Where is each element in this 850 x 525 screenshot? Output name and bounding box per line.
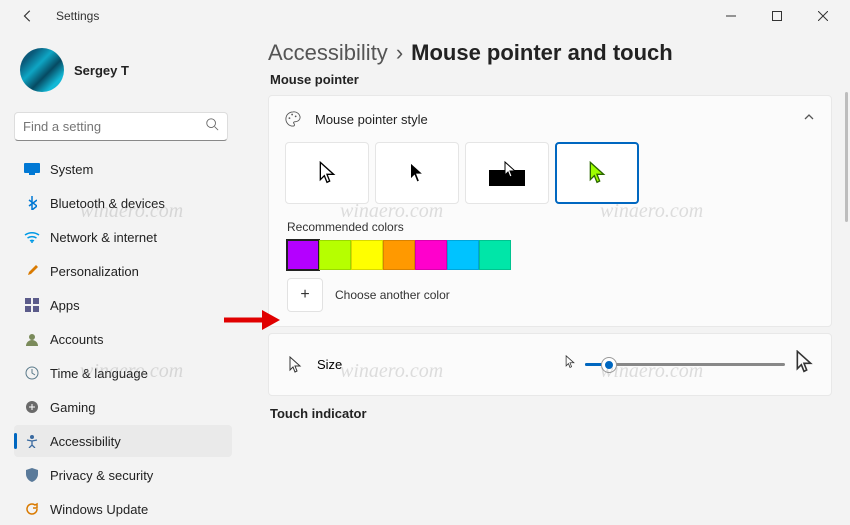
titlebar: Settings bbox=[0, 0, 850, 32]
pointer-style-inverted[interactable] bbox=[465, 142, 549, 204]
window-title: Settings bbox=[56, 9, 99, 23]
nav-label: Accounts bbox=[50, 332, 103, 347]
size-slider[interactable] bbox=[585, 363, 785, 366]
color-swatch-3[interactable] bbox=[383, 240, 415, 270]
nav-label: Network & internet bbox=[50, 230, 157, 245]
pointer-style-custom[interactable] bbox=[555, 142, 639, 204]
sidebar-item-bluetooth[interactable]: Bluetooth & devices bbox=[14, 187, 232, 219]
section-touch-indicator: Touch indicator bbox=[270, 406, 832, 421]
cursor-icon bbox=[287, 357, 303, 373]
bluetooth-icon bbox=[24, 195, 40, 211]
nav-label: Windows Update bbox=[50, 502, 148, 517]
clock-icon bbox=[24, 365, 40, 381]
shield-icon bbox=[24, 467, 40, 483]
sidebar-item-apps[interactable]: Apps bbox=[14, 289, 232, 321]
search-icon bbox=[205, 117, 219, 136]
color-swatch-2[interactable] bbox=[351, 240, 383, 270]
page-title: Mouse pointer and touch bbox=[411, 40, 673, 66]
choose-another-color-button[interactable]: + bbox=[287, 278, 323, 312]
sidebar-item-system[interactable]: System bbox=[14, 153, 232, 185]
settings-window: Settings Sergey T System Bluetooth & dev… bbox=[0, 0, 850, 525]
wifi-icon bbox=[24, 229, 40, 245]
sidebar-item-accessibility[interactable]: Accessibility bbox=[14, 425, 232, 457]
sidebar-item-update[interactable]: Windows Update bbox=[14, 493, 232, 525]
card-label: Mouse pointer style bbox=[315, 112, 428, 127]
pointer-style-card: Mouse pointer style Recommended colors bbox=[268, 95, 832, 327]
sidebar-item-privacy[interactable]: Privacy & security bbox=[14, 459, 232, 491]
color-swatch-1[interactable] bbox=[319, 240, 351, 270]
color-swatch-4[interactable] bbox=[415, 240, 447, 270]
sidebar-item-time[interactable]: Time & language bbox=[14, 357, 232, 389]
cursor-small-icon bbox=[565, 355, 575, 374]
nav-label: Bluetooth & devices bbox=[50, 196, 165, 211]
apps-icon bbox=[24, 297, 40, 313]
nav-label: Apps bbox=[50, 298, 80, 313]
section-mouse-pointer: Mouse pointer bbox=[270, 72, 832, 87]
avatar bbox=[20, 48, 64, 92]
sidebar-item-gaming[interactable]: Gaming bbox=[14, 391, 232, 423]
size-slider-wrap bbox=[565, 350, 813, 379]
sidebar-item-accounts[interactable]: Accounts bbox=[14, 323, 232, 355]
pointer-style-options bbox=[269, 142, 831, 220]
breadcrumb-parent[interactable]: Accessibility bbox=[268, 40, 388, 66]
search-input[interactable] bbox=[23, 119, 205, 134]
chevron-up-icon bbox=[803, 110, 815, 128]
sidebar-item-personalization[interactable]: Personalization bbox=[14, 255, 232, 287]
back-button[interactable] bbox=[14, 2, 42, 30]
maximize-button[interactable] bbox=[754, 0, 800, 32]
recommended-colors-label: Recommended colors bbox=[287, 220, 831, 234]
nav-label: System bbox=[50, 162, 93, 177]
nav-label: Gaming bbox=[50, 400, 96, 415]
gaming-icon bbox=[24, 399, 40, 415]
update-icon bbox=[24, 501, 40, 517]
breadcrumb-separator: › bbox=[396, 40, 403, 66]
nav-label: Time & language bbox=[50, 366, 148, 381]
minimize-button[interactable] bbox=[708, 0, 754, 32]
nav-label: Personalization bbox=[50, 264, 139, 279]
accounts-icon bbox=[24, 331, 40, 347]
color-swatch-5[interactable] bbox=[447, 240, 479, 270]
pointer-style-header[interactable]: Mouse pointer style bbox=[269, 96, 831, 142]
choose-another-row: + Choose another color bbox=[287, 278, 831, 312]
size-label: Size bbox=[317, 357, 342, 372]
brush-icon bbox=[24, 263, 40, 279]
color-swatches bbox=[287, 240, 831, 270]
search-box[interactable] bbox=[14, 112, 228, 141]
size-card: Size bbox=[268, 333, 832, 396]
palette-icon bbox=[285, 111, 301, 127]
cursor-large-icon bbox=[795, 350, 813, 379]
profile[interactable]: Sergey T bbox=[14, 40, 232, 106]
close-button[interactable] bbox=[800, 0, 846, 32]
sidebar: Sergey T System Bluetooth & devices Netw… bbox=[0, 32, 240, 525]
color-swatch-6[interactable] bbox=[479, 240, 511, 270]
accessibility-icon bbox=[24, 433, 40, 449]
sidebar-item-network[interactable]: Network & internet bbox=[14, 221, 232, 253]
pointer-style-white[interactable] bbox=[285, 142, 369, 204]
scrollbar[interactable] bbox=[845, 92, 848, 222]
color-swatch-0[interactable] bbox=[287, 240, 319, 270]
breadcrumb: Accessibility › Mouse pointer and touch bbox=[268, 40, 832, 66]
choose-another-label: Choose another color bbox=[335, 288, 450, 302]
system-icon bbox=[24, 161, 40, 177]
profile-name: Sergey T bbox=[74, 63, 129, 78]
nav-label: Accessibility bbox=[50, 434, 121, 449]
content-area: Accessibility › Mouse pointer and touch … bbox=[240, 32, 850, 525]
nav-label: Privacy & security bbox=[50, 468, 153, 483]
slider-thumb[interactable] bbox=[602, 358, 616, 372]
pointer-style-black[interactable] bbox=[375, 142, 459, 204]
